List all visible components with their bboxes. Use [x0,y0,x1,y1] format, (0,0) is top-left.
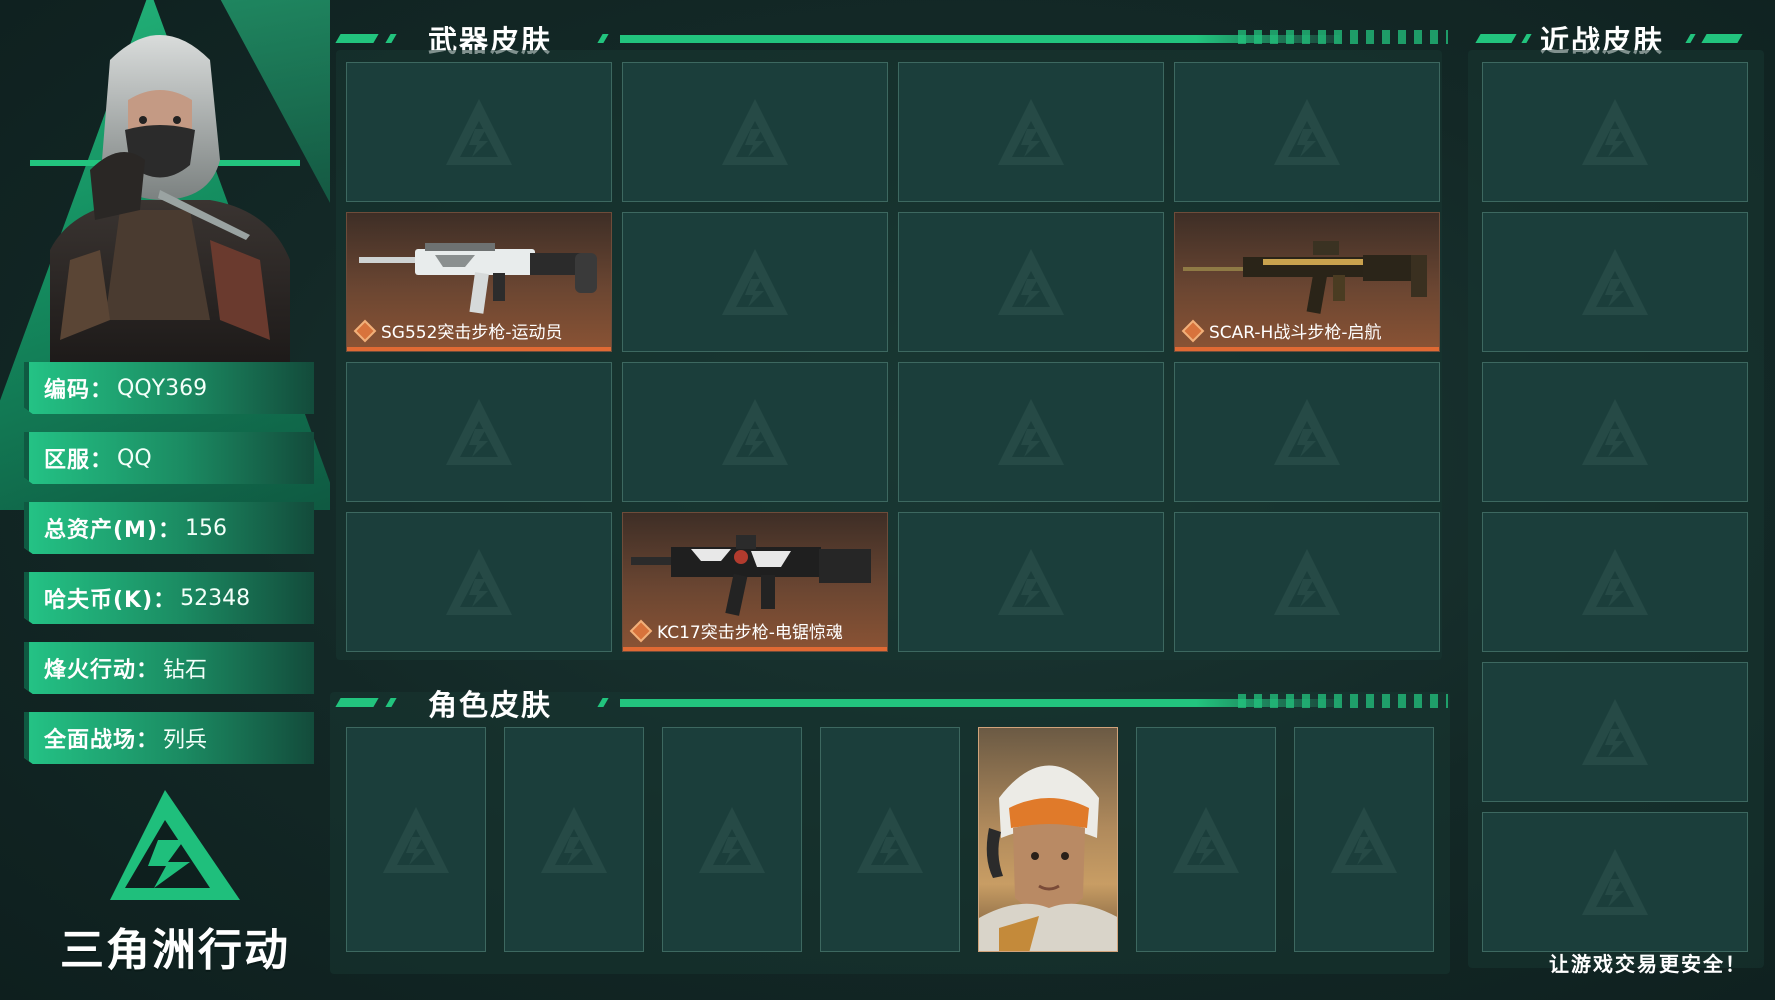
placeholder-logo-icon [1274,549,1340,615]
kc17-rifle-image [631,535,871,616]
weapon-slot-empty[interactable] [1174,512,1440,652]
melee-slot-empty[interactable] [1482,362,1748,502]
placeholder-logo-icon [383,806,449,873]
profile-panel: 编码： QQY369 区服： QQ 总资产(M)： 156 哈夫币(K)： 52… [0,0,330,1000]
melee-slot-empty[interactable] [1482,512,1748,652]
placeholder-logo-icon [998,99,1064,165]
weapon-skin-label: KC17突击步枪-电锯惊魂 [629,618,843,643]
rarity-diamond-icon [629,619,653,642]
info-label: 烽火行动： [44,658,160,683]
info-label: 区服： [44,448,114,473]
placeholder-logo-icon [1173,806,1239,873]
info-row-warfare-rank: 全面战场： 列兵 [24,712,314,764]
placeholder-logo-icon [998,549,1064,615]
weapon-slot-empty[interactable] [622,212,888,352]
placeholder-logo-icon [446,399,512,465]
role-slot-empty[interactable] [1294,727,1434,952]
info-value-warfare-rank: 列兵 [163,728,208,753]
weapon-slot-sg552[interactable]: SG552突击步枪-运动员 [346,212,612,352]
placeholder-logo-icon [998,249,1064,315]
role-slot-empty[interactable] [346,727,486,952]
scarh-rifle-image [1183,241,1427,314]
melee-slot-empty[interactable] [1482,662,1748,802]
weapon-slot-empty[interactable] [898,212,1164,352]
placeholder-logo-icon [857,806,923,873]
placeholder-logo-icon [998,399,1064,465]
weapon-slot-empty[interactable] [1174,362,1440,502]
placeholder-logo-icon [446,99,512,165]
weapon-skin-name: KC17突击步枪-电锯惊魂 [657,623,843,643]
info-label: 总资产(M)： [44,518,182,543]
melee-slot-empty[interactable] [1482,212,1748,352]
placeholder-logo-icon [722,249,788,315]
role-slot-empty[interactable] [820,727,960,952]
weapon-slot-empty[interactable] [622,62,888,202]
role-slot-empty[interactable] [504,727,644,952]
placeholder-logo-icon [1582,249,1648,315]
placeholder-logo-icon [1582,99,1648,165]
weapon-slot-empty[interactable] [1174,62,1440,202]
info-label: 全面战场： [44,728,160,753]
weapon-skins-panel: SG552突击步枪-运动员 SCAR-H战斗步枪-启航 KC17突击步枪-电锯惊… [336,50,1442,660]
info-value-hafcoin: 52348 [180,585,251,611]
placeholder-logo-icon [1274,399,1340,465]
melee-slot-empty[interactable] [1482,812,1748,952]
placeholder-logo-icon [699,806,765,873]
profile-info-list: 编码： QQY369 区服： QQ 总资产(M)： 156 哈夫币(K)： 52… [24,362,314,782]
game-title: 三角洲行动 [60,925,290,976]
weapon-slot-empty[interactable] [898,512,1164,652]
weapon-slot-kc17[interactable]: KC17突击步枪-电锯惊魂 [622,512,888,652]
placeholder-logo-icon [1331,806,1397,873]
info-value-server: QQ [117,445,152,471]
weapon-skin-name: SCAR-H战斗步枪-启航 [1209,323,1382,343]
weapon-slot-empty[interactable] [346,512,612,652]
operator-portrait [979,765,1117,951]
weapon-slot-empty[interactable] [622,362,888,502]
weapon-skin-label: SCAR-H战斗步枪-启航 [1181,318,1382,343]
delta-logo-icon [110,790,240,900]
weapon-slot-empty[interactable] [346,62,612,202]
melee-slot-empty[interactable] [1482,62,1748,202]
placeholder-logo-icon [1582,849,1648,915]
role-slot-operator[interactable] [978,727,1118,952]
role-skins-header: 角色皮肤 [335,684,1448,724]
weapon-skin-name: SG552突击步枪-运动员 [381,323,563,343]
info-label: 哈夫币(K)： [44,588,177,613]
placeholder-logo-icon [722,399,788,465]
placeholder-logo-icon [1582,549,1648,615]
placeholder-logo-icon [541,806,607,873]
placeholder-logo-icon [1274,99,1340,165]
rarity-diamond-icon [353,319,377,342]
weapon-slot-empty[interactable] [898,362,1164,502]
info-label: 编码： [44,378,114,403]
role-slot-empty[interactable] [1136,727,1276,952]
info-row-server: 区服： QQ [24,432,314,484]
placeholder-logo-icon [722,99,788,165]
footer-tagline: 让游戏交易更安全！ [1549,952,1747,976]
section-title: 角色皮肤 [428,688,553,722]
placeholder-logo-icon [1582,399,1648,465]
character-portrait [30,35,300,370]
info-value-code: QQY369 [117,375,208,401]
info-row-total-assets: 总资产(M)： 156 [24,502,314,554]
role-slot-empty[interactable] [662,727,802,952]
info-value-total-assets: 156 [185,515,228,541]
sg552-rifle-image [359,243,597,314]
info-row-operations-rank: 烽火行动： 钻石 [24,642,314,694]
weapon-skin-label: SG552突击步枪-运动员 [353,318,563,343]
info-row-code: 编码： QQY369 [24,362,314,414]
placeholder-logo-icon [1582,699,1648,765]
weapon-slot-scarh[interactable]: SCAR-H战斗步枪-启航 [1174,212,1440,352]
weapon-slot-empty[interactable] [898,62,1164,202]
info-value-operations-rank: 钻石 [163,658,208,683]
weapon-slot-empty[interactable] [346,362,612,502]
info-row-hafcoin: 哈夫币(K)： 52348 [24,572,314,624]
game-brand: 三角洲行动 [60,790,290,978]
rarity-diamond-icon [1181,319,1205,342]
placeholder-logo-icon [446,549,512,615]
